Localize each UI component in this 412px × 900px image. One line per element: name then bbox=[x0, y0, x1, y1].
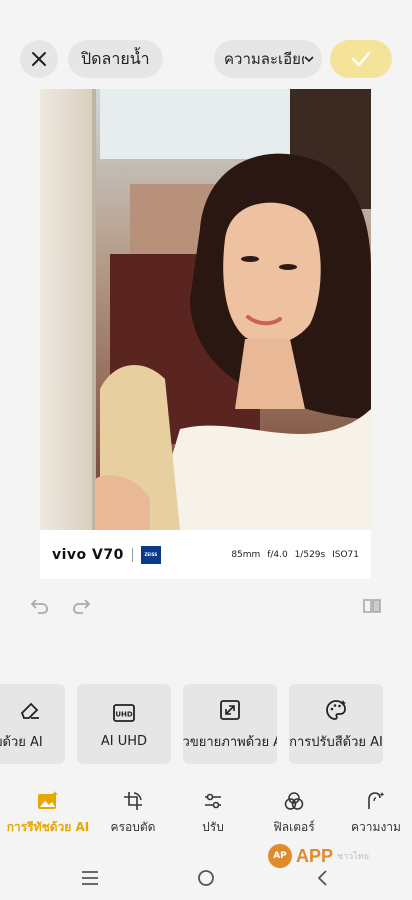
tab-adjust[interactable]: ปรับ bbox=[168, 790, 258, 837]
ai-tools-carousel[interactable]: ลบด้วย AI UHD AI UHD ตัวขยายภาพด้วย AI ก… bbox=[0, 684, 412, 764]
watermark-toggle-button[interactable]: ปิดลายน้ำ bbox=[68, 40, 163, 78]
chevron-down-icon bbox=[304, 56, 314, 63]
eraser-icon bbox=[17, 697, 43, 723]
brand-label: vivo V70 bbox=[52, 546, 124, 563]
history-controls bbox=[0, 593, 412, 619]
recents-button[interactable] bbox=[74, 862, 106, 894]
expand-icon bbox=[217, 697, 243, 723]
close-button[interactable] bbox=[20, 40, 58, 78]
checkmark-icon bbox=[351, 51, 371, 67]
filter-icon bbox=[283, 790, 305, 812]
palette-icon bbox=[323, 697, 349, 723]
watermark-divider bbox=[131, 547, 133, 562]
home-icon bbox=[198, 870, 214, 886]
system-nav-bar bbox=[0, 862, 412, 894]
zeiss-logo: ZEISS bbox=[140, 545, 161, 564]
tab-beauty[interactable]: ความงาม bbox=[331, 790, 412, 837]
redo-button[interactable] bbox=[68, 593, 94, 619]
uhd-icon: UHD bbox=[111, 700, 137, 726]
ai-image-icon bbox=[37, 790, 59, 812]
camera-watermark: vivo V70 ZEISS 85mm f/4.0 1/529s ISO71 bbox=[40, 530, 371, 579]
iso: ISO71 bbox=[332, 549, 359, 560]
tool-ai-erase[interactable]: ลบด้วย AI bbox=[0, 684, 65, 764]
undo-icon bbox=[30, 599, 48, 614]
aperture: f/4.0 bbox=[267, 549, 288, 560]
compare-icon bbox=[363, 599, 381, 613]
focal-length: 85mm bbox=[231, 549, 261, 560]
home-button[interactable] bbox=[190, 862, 222, 894]
tab-ai-retouch[interactable]: การรีทัชด้วย AI bbox=[3, 790, 93, 837]
confirm-button[interactable] bbox=[330, 40, 392, 78]
top-bar: ปิดลายน้ำ ความละเอียด bbox=[0, 40, 412, 78]
detail-label: ความละเอียด bbox=[224, 50, 304, 68]
photo-card[interactable]: vivo V70 ZEISS 85mm f/4.0 1/529s ISO71 bbox=[40, 89, 371, 579]
tab-filter[interactable]: ฟิลเตอร์ bbox=[249, 790, 339, 837]
detail-dropdown[interactable]: ความละเอียด bbox=[214, 40, 322, 78]
menu-icon bbox=[82, 871, 98, 885]
beauty-icon bbox=[365, 790, 387, 812]
svg-text:UHD: UHD bbox=[115, 710, 133, 718]
undo-button[interactable] bbox=[27, 593, 53, 619]
tool-ai-color[interactable]: การปรับสีด้วย AI bbox=[289, 684, 383, 764]
crop-rotate-icon bbox=[122, 790, 144, 812]
exif-info: 85mm f/4.0 1/529s ISO71 bbox=[227, 550, 359, 560]
sliders-icon bbox=[202, 790, 224, 812]
shutter-speed: 1/529s bbox=[294, 549, 326, 560]
redo-icon bbox=[73, 599, 91, 614]
portrait-photo[interactable] bbox=[40, 89, 371, 530]
back-button[interactable] bbox=[306, 862, 338, 894]
editor-tabs: การรีทัชด้วย AI ครอบตัด ปรับ ฟิลเตอร์ คว… bbox=[0, 790, 412, 836]
site-logo-suffix: ชาวไทย bbox=[337, 852, 369, 862]
tab-crop[interactable]: ครอบตัด bbox=[88, 790, 178, 837]
close-icon bbox=[32, 52, 46, 66]
compare-button[interactable] bbox=[359, 593, 385, 619]
back-icon bbox=[317, 870, 327, 886]
tool-ai-expand[interactable]: ตัวขยายภาพด้วย AI bbox=[183, 684, 277, 764]
tool-ai-uhd[interactable]: UHD AI UHD bbox=[77, 684, 171, 764]
